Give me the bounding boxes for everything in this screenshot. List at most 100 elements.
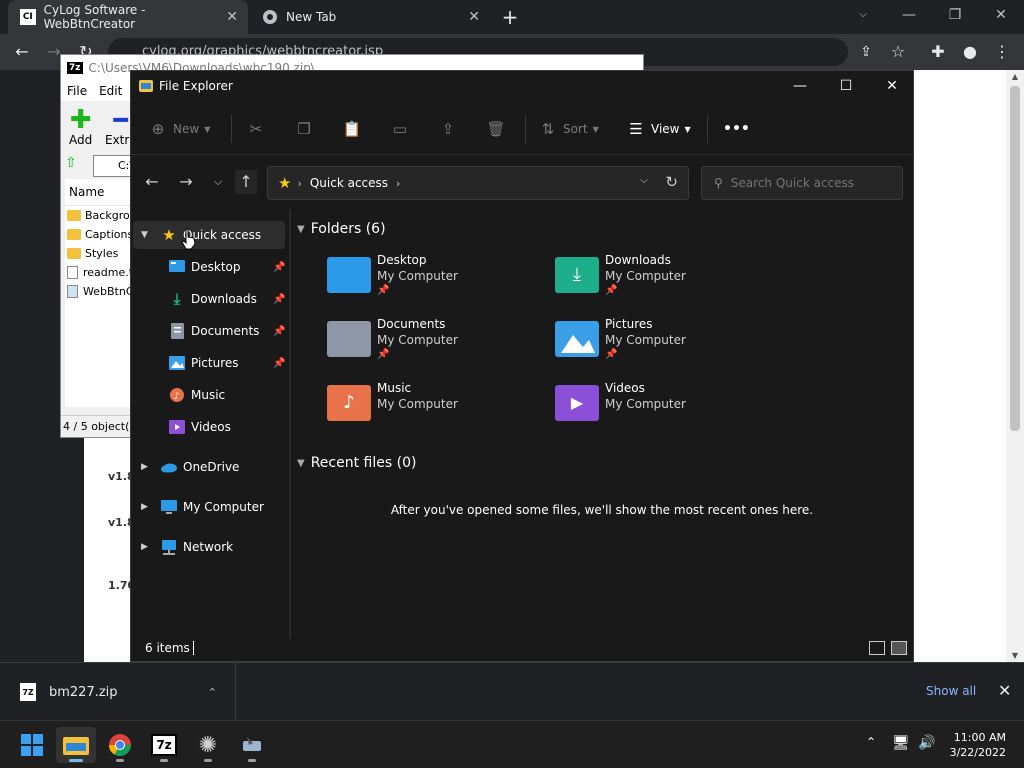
up-folder-icon[interactable]: ⇧ [65, 155, 77, 171]
folders-group-header[interactable]: ▼ Folders (6) [297, 221, 386, 237]
tab-cylog[interactable]: CI CyLog Software - WebBtnCreator ✕ [8, 0, 248, 34]
sort-button[interactable]: ⇅ Sort ▼ [539, 117, 599, 141]
search-input[interactable] [730, 176, 891, 190]
chevron-down-icon: ▼ [684, 124, 691, 134]
sidebar-item-network[interactable]: ▶ Network [133, 533, 285, 561]
taskbar-settings-app[interactable]: ✺ [188, 727, 228, 763]
details-view-icon[interactable] [869, 641, 885, 655]
tiles-view-icon[interactable] [891, 641, 907, 655]
sidebar-item-pictures[interactable]: Pictures 📌 [133, 349, 285, 377]
start-button[interactable] [12, 727, 52, 763]
zip-file-icon: 7Z [20, 683, 36, 701]
sidebar-item-downloads[interactable]: ⤓ Downloads 📌 [133, 285, 286, 313]
scroll-down-icon[interactable]: ▼ [1006, 651, 1024, 660]
scroll-up-icon[interactable]: ▲ [1006, 72, 1024, 81]
active-indicator [69, 759, 83, 762]
chevron-down-icon: ▼ [297, 223, 305, 235]
taskbar-file-explorer[interactable] [56, 727, 96, 763]
sidebar-item-desktop[interactable]: Desktop 📌 [133, 253, 285, 281]
sidebar-item-videos[interactable]: Videos [133, 413, 285, 441]
sidebar-item-documents[interactable]: Documents 📌 [133, 317, 285, 345]
profile-avatar-icon[interactable]: ● [958, 40, 982, 64]
breadcrumb-separator-icon[interactable]: › [396, 177, 400, 190]
sidebar-item-onedrive[interactable]: ▶ OneDrive [133, 453, 285, 481]
close-icon[interactable]: ✕ [468, 9, 480, 25]
share-button[interactable]: ⇪ [439, 117, 463, 141]
close-icon[interactable]: ✕ [869, 71, 915, 103]
rename-button[interactable]: ▭ [391, 117, 415, 141]
paste-button[interactable]: 📋 [343, 117, 367, 141]
minimize-icon[interactable]: — [777, 71, 823, 103]
chevron-down-icon[interactable]: ⌵ [640, 175, 648, 186]
trash-icon: 🗑 [486, 120, 506, 138]
system-clock[interactable]: 11:00 AM 3/22/2022 [946, 730, 1006, 760]
new-button[interactable]: ⊕ New ▼ [149, 117, 211, 141]
chevron-right-icon[interactable]: ▶ [141, 502, 148, 512]
cut-button[interactable]: ✂ [247, 117, 271, 141]
download-item[interactable]: 7Z bm227.zip ⌃ [0, 663, 236, 721]
close-window-icon[interactable]: ✕ [978, 0, 1024, 30]
maximize-icon[interactable]: ☐ [823, 71, 869, 103]
delete-button[interactable]: 🗑 [486, 117, 511, 141]
sidebar-item-music[interactable]: ♪ Music [133, 381, 285, 409]
show-all-link[interactable]: Show all [926, 684, 976, 698]
minimize-icon[interactable]: — [886, 0, 932, 30]
sidebar-item-quick-access[interactable]: ▼ ★ Quick access [133, 221, 285, 249]
page-scrollbar[interactable]: ▲ ▼ [1006, 70, 1024, 662]
navigation-bar: ← → ⌵ ↑ ★ › Quick access › ⌵ ↻ ⚲ [131, 155, 913, 209]
taskbar-webbtncreator[interactable] [232, 727, 272, 763]
folder-tile-music[interactable]: ♪ Music My Computer [327, 381, 547, 441]
pin-icon[interactable]: 📌 [273, 262, 285, 273]
back-arrow-icon[interactable]: ← [10, 40, 34, 64]
menu-edit[interactable]: Edit [99, 84, 122, 98]
folder-tile-documents[interactable]: Documents My Computer 📌 [327, 317, 547, 377]
recent-files-group-header[interactable]: ▼ Recent files (0) [297, 455, 416, 471]
documents-icon [169, 323, 185, 339]
folder-tile-downloads[interactable]: ⤓ Downloads My Computer 📌 [555, 253, 775, 313]
address-bar[interactable]: ★ › Quick access › ⌵ ↻ [267, 166, 689, 200]
network-status-icon[interactable]: 🖥 [892, 735, 910, 751]
scroll-thumb[interactable] [1010, 86, 1020, 431]
chevron-right-icon[interactable]: ▶ [141, 542, 148, 552]
close-icon[interactable]: ✕ [226, 9, 238, 25]
tab-new-tab[interactable]: New Tab ✕ [250, 0, 490, 34]
extensions-puzzle-icon[interactable]: ✚ [926, 40, 950, 64]
chevron-up-icon[interactable]: ⌃ [208, 686, 217, 699]
add-button[interactable]: ✚ Add [69, 107, 92, 147]
file-explorer-icon [63, 737, 89, 755]
taskbar-7zip[interactable]: 7z [144, 727, 184, 763]
breadcrumb-quick-access[interactable]: Quick access [310, 176, 388, 190]
explorer-status-bar: 6 items [131, 637, 913, 661]
gear-icon: ✺ [198, 732, 218, 758]
recent-locations-chevron-icon[interactable]: ⌵ [207, 170, 229, 194]
pin-icon[interactable]: 📌 [273, 358, 285, 369]
folder-tile-desktop[interactable]: Desktop My Computer 📌 [327, 253, 547, 313]
new-tab-button[interactable]: + [498, 4, 522, 30]
copy-button[interactable]: ❐ [295, 117, 319, 141]
volume-icon[interactable]: 🔊 [918, 735, 935, 751]
restore-icon[interactable]: ❐ [932, 0, 978, 30]
search-box[interactable]: ⚲ [701, 166, 903, 200]
up-arrow-icon[interactable]: ↑ [235, 170, 257, 194]
chevron-right-icon[interactable]: ▶ [141, 462, 148, 472]
sidebar-item-my-computer[interactable]: ▶ My Computer [133, 493, 285, 521]
pin-icon[interactable]: 📌 [273, 294, 285, 305]
pin-icon[interactable]: 📌 [273, 326, 285, 337]
folder-tile-videos[interactable]: ▶ Videos My Computer [555, 381, 775, 441]
bookmark-star-icon[interactable]: ☆ [886, 40, 910, 64]
chevron-down-icon[interactable]: ▼ [141, 230, 148, 240]
show-hidden-icons-chevron-icon[interactable]: ⌃ [866, 735, 876, 749]
menu-file[interactable]: File [67, 84, 87, 98]
folder-tile-pictures[interactable]: Pictures My Computer 📌 [555, 317, 775, 377]
command-bar: ⊕ New ▼ ✂ ❐ 📋 ▭ ⇪ 🗑 ⇅ Sort ▼ ☰ View ▼ ••… [131, 103, 913, 155]
refresh-icon[interactable]: ↻ [665, 173, 678, 191]
more-options-button[interactable]: ••• [723, 117, 750, 141]
close-icon[interactable]: ✕ [998, 681, 1011, 700]
forward-arrow-icon[interactable]: → [175, 170, 197, 194]
menu-kebab-icon[interactable]: ⋮ [990, 40, 1014, 64]
taskbar-chrome[interactable] [100, 727, 140, 763]
view-button[interactable]: ☰ View ▼ [627, 117, 691, 141]
share-icon[interactable]: ⇪ [854, 40, 878, 64]
back-arrow-icon[interactable]: ← [141, 170, 163, 194]
tab-search-icon[interactable]: ⌵ [840, 0, 886, 30]
